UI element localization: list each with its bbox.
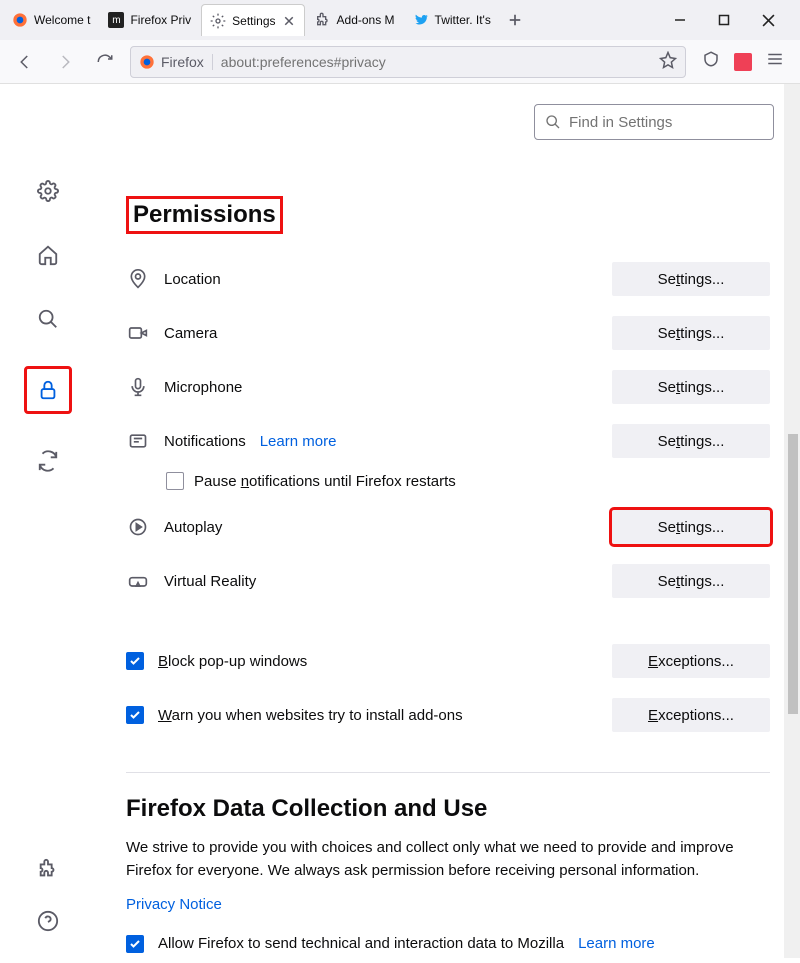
url-bar[interactable]: Firefox about:preferences#privacy — [130, 46, 686, 78]
menu-button[interactable] — [766, 50, 784, 73]
addons-exceptions-button[interactable]: Exceptions... — [612, 698, 770, 732]
site-icon: m — [108, 12, 124, 28]
permissions-heading: Permissions — [126, 196, 283, 234]
popups-exceptions-button[interactable]: Exceptions... — [612, 644, 770, 678]
maximize-button[interactable] — [714, 10, 734, 30]
permission-location-row: Location Settings... — [126, 252, 770, 306]
back-button[interactable] — [10, 47, 40, 77]
identity-box[interactable]: Firefox — [139, 54, 213, 70]
scrollbar-thumb[interactable] — [788, 434, 798, 714]
sidebar-privacy[interactable] — [24, 366, 72, 414]
find-in-settings[interactable]: Find in Settings — [534, 104, 774, 140]
notifications-learn-more[interactable]: Learn more — [260, 433, 337, 450]
warn-addons-label: Warn you when websites try to install ad… — [158, 707, 463, 724]
pause-notifications-checkbox[interactable] — [166, 472, 184, 490]
tab-welcome[interactable]: Welcome t — [4, 4, 98, 36]
permission-camera-row: Camera Settings... — [126, 306, 770, 360]
scrollbar-track[interactable] — [784, 84, 800, 958]
notifications-settings-button[interactable]: Settings... — [612, 424, 770, 458]
sidebar-sync[interactable] — [31, 444, 65, 478]
reload-button[interactable] — [90, 47, 120, 77]
tab-label: Twitter. It's — [435, 13, 491, 27]
sidebar-help[interactable] — [31, 904, 65, 938]
close-icon[interactable] — [282, 14, 296, 28]
puzzle-icon — [315, 12, 331, 28]
data-collection-heading: Firefox Data Collection and Use — [126, 795, 770, 823]
camera-icon — [126, 323, 150, 343]
camera-label: Camera — [164, 325, 217, 342]
permission-autoplay-row: Autoplay Settings... — [126, 500, 770, 554]
notifications-icon — [126, 431, 150, 451]
data-collection-section: Firefox Data Collection and Use We striv… — [126, 795, 770, 963]
tab-label: Welcome t — [34, 13, 90, 27]
allow-telemetry-checkbox[interactable] — [126, 935, 144, 953]
tab-strip: Welcome t m Firefox Priv Settings Add-on… — [0, 0, 800, 40]
permission-notifications-row: Notifications Learn more Settings... — [126, 414, 770, 468]
twitter-icon — [413, 12, 429, 28]
microphone-label: Microphone — [164, 379, 242, 396]
permission-microphone-row: Microphone Settings... — [126, 360, 770, 414]
search-placeholder: Find in Settings — [569, 114, 672, 131]
autoplay-label: Autoplay — [164, 519, 222, 536]
bookmark-star-icon[interactable] — [659, 51, 677, 72]
sidebar-home[interactable] — [31, 238, 65, 272]
gear-icon — [210, 13, 226, 29]
settings-main: Find in Settings Permissions Location Se… — [96, 84, 800, 958]
sidebar-search[interactable] — [31, 302, 65, 336]
notifications-label: Notifications — [164, 433, 246, 450]
tab-twitter[interactable]: Twitter. It's — [405, 4, 499, 36]
section-divider — [126, 772, 770, 773]
url-text: about:preferences#privacy — [221, 54, 386, 70]
pocket-icon[interactable] — [702, 50, 720, 73]
microphone-icon — [126, 377, 150, 397]
autoplay-settings-button[interactable]: Settings... — [612, 510, 770, 544]
telemetry-learn-more[interactable]: Learn more — [578, 935, 655, 952]
sidebar-general[interactable] — [31, 174, 65, 208]
permission-vr-row: Virtual Reality Settings... — [126, 554, 770, 608]
pause-notifications-label: Pause notifications until Firefox restar… — [194, 473, 456, 490]
toolbar: Firefox about:preferences#privacy — [0, 40, 800, 84]
close-window-button[interactable] — [758, 10, 778, 30]
vr-settings-button[interactable]: Settings... — [612, 564, 770, 598]
tab-label: Firefox Priv — [130, 13, 191, 27]
block-popups-checkbox[interactable] — [126, 652, 144, 670]
warn-addons-checkbox[interactable] — [126, 706, 144, 724]
identity-label: Firefox — [161, 54, 204, 70]
minimize-button[interactable] — [670, 10, 690, 30]
autoplay-icon — [126, 517, 150, 537]
tab-settings[interactable]: Settings — [201, 4, 304, 36]
extension-icon[interactable] — [734, 53, 752, 71]
firefox-icon — [139, 54, 155, 70]
tab-label: Settings — [232, 14, 275, 28]
data-collection-body: We strive to provide you with choices an… — [126, 837, 770, 882]
camera-settings-button[interactable]: Settings... — [612, 316, 770, 350]
allow-telemetry-label: Allow Firefox to send technical and inte… — [158, 935, 564, 952]
vr-icon — [126, 571, 150, 591]
location-label: Location — [164, 271, 221, 288]
privacy-notice-link[interactable]: Privacy Notice — [126, 896, 222, 913]
vr-label: Virtual Reality — [164, 573, 256, 590]
microphone-settings-button[interactable]: Settings... — [612, 370, 770, 404]
firefox-icon — [12, 12, 28, 28]
tab-addons[interactable]: Add-ons M — [307, 4, 403, 36]
sidebar-extensions[interactable] — [31, 852, 65, 886]
permission-popups-row: Block pop-up windows Exceptions... — [126, 634, 770, 688]
tab-label: Add-ons M — [337, 13, 395, 27]
block-popups-label: Block pop-up windows — [158, 653, 307, 670]
forward-button[interactable] — [50, 47, 80, 77]
tab-firefox-priv[interactable]: m Firefox Priv — [100, 4, 199, 36]
location-settings-button[interactable]: Settings... — [612, 262, 770, 296]
settings-sidebar — [0, 84, 96, 958]
new-tab-button[interactable] — [501, 6, 529, 34]
location-icon — [126, 269, 150, 289]
pause-notifications-row: Pause notifications until Firefox restar… — [126, 472, 770, 490]
permission-addons-row: Warn you when websites try to install ad… — [126, 688, 770, 742]
search-icon — [545, 114, 561, 130]
